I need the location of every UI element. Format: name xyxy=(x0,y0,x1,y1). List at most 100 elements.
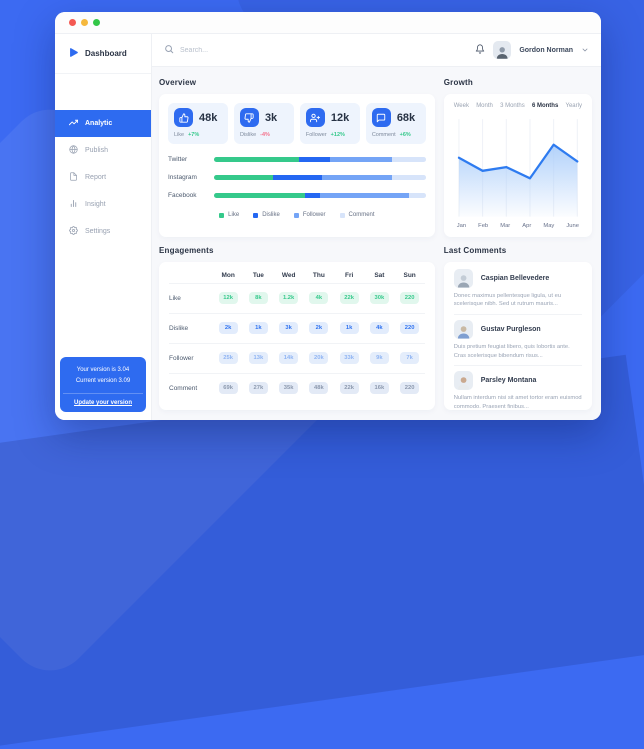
stacked-bar xyxy=(214,193,426,198)
day-header: Wed xyxy=(282,272,296,279)
growth-chart xyxy=(454,115,582,219)
engagement-value: 9k xyxy=(370,352,389,364)
bar-segment-like xyxy=(214,157,299,162)
sidebar-item-label: Publish xyxy=(85,147,108,154)
sidebar: Dashboard Analytic Publish Report Insi xyxy=(55,34,152,420)
comment-item[interactable]: Gustav Purgleson Duis pretium feugiat li… xyxy=(454,314,582,365)
sidebar-item-insight[interactable]: Insight xyxy=(55,191,151,218)
engagement-value: 1.2k xyxy=(279,292,298,304)
engagement-value: 7k xyxy=(400,352,419,364)
version-latest-line: Current version 3.09 xyxy=(63,376,143,387)
stat-label: Dislike xyxy=(240,132,256,138)
chart-legend: Like Dislike Follower Comment xyxy=(168,212,426,218)
stat-cards: 48k Like +7% 3k xyxy=(168,103,426,144)
commenter-avatar xyxy=(454,269,473,288)
engagement-value: 8k xyxy=(249,292,268,304)
tab-month[interactable]: Month xyxy=(476,103,493,109)
stat-delta: +6% xyxy=(400,132,411,138)
engagements-row-like: Like 12k 8k 1.2k 4k 22k 30k 220 xyxy=(169,283,425,313)
comment-item[interactable]: Parsley Montana Nullam interdum nisi sit… xyxy=(454,365,582,410)
engagement-value: 69k xyxy=(219,382,238,394)
sidebar-item-settings[interactable]: Settings xyxy=(55,218,151,245)
zoom-window-button[interactable] xyxy=(93,19,100,26)
x-tick: May xyxy=(543,223,554,229)
user-avatar[interactable] xyxy=(493,41,511,59)
legend-like: Like xyxy=(219,212,239,218)
social-bars: Twitter Instagram xyxy=(168,156,426,210)
bell-icon[interactable] xyxy=(475,41,485,59)
sidebar-item-label: Settings xyxy=(85,228,110,235)
update-version-link[interactable]: Update your version xyxy=(63,393,143,412)
chevron-down-icon[interactable] xyxy=(581,41,589,59)
engagement-value: 16k xyxy=(370,382,389,394)
overview-title: Overview xyxy=(159,78,435,87)
engagement-value: 35k xyxy=(279,382,298,394)
trend-up-icon xyxy=(69,118,78,129)
stat-delta: +7% xyxy=(188,132,199,138)
tab-week[interactable]: Week xyxy=(454,103,469,109)
stat-delta: +12% xyxy=(331,132,345,138)
document-icon xyxy=(69,172,78,183)
last-comments-card: Caspian Bellevedere Donec maximus pellen… xyxy=(444,262,592,410)
legend-dislike: Dislike xyxy=(253,212,280,218)
search-icon xyxy=(164,41,174,59)
legend-comment: Comment xyxy=(340,212,375,218)
bar-label: Facebook xyxy=(168,192,214,199)
engagement-value: 22k xyxy=(340,382,359,394)
engagement-value: 220 xyxy=(400,382,419,394)
comment-item[interactable]: Caspian Bellevedere Donec maximus pellen… xyxy=(454,264,582,314)
bar-row-facebook: Facebook xyxy=(168,192,426,199)
engagement-value: 1k xyxy=(340,322,359,334)
x-tick: Jan xyxy=(457,223,466,229)
tab-6-months[interactable]: 6 Months xyxy=(532,103,558,109)
row-label: Like xyxy=(169,295,213,302)
stat-delta: -4% xyxy=(260,132,270,138)
engagement-value: 4k xyxy=(309,292,328,304)
engagement-value: 22k xyxy=(340,292,359,304)
close-window-button[interactable] xyxy=(69,19,76,26)
globe-icon xyxy=(69,145,78,156)
app-window: Dashboard Analytic Publish Report Insi xyxy=(55,12,601,420)
tab-3-months[interactable]: 3 Months xyxy=(500,103,525,109)
engagement-value: 30k xyxy=(370,292,389,304)
stat-dislike: 3k Dislike -4% xyxy=(234,103,294,144)
x-tick: Mar xyxy=(500,223,510,229)
legend-swatch xyxy=(340,213,345,218)
commenter-name: Gustav Purgleson xyxy=(481,326,541,333)
engagement-value: 27k xyxy=(249,382,268,394)
day-header: Sun xyxy=(403,272,415,279)
stacked-bar xyxy=(214,175,426,180)
version-current-line: Your version is 3.04 xyxy=(63,365,143,376)
stat-comment: 68k Comment +6% xyxy=(366,103,426,144)
commenter-name: Caspian Bellevedere xyxy=(481,275,549,282)
sidebar-item-report[interactable]: Report xyxy=(55,164,151,191)
stacked-bar xyxy=(214,157,426,162)
day-header: Thu xyxy=(313,272,325,279)
engagement-value: 13k xyxy=(249,352,268,364)
user-plus-icon xyxy=(306,108,325,127)
x-tick: Feb xyxy=(478,223,488,229)
engagement-value: 48k xyxy=(309,382,328,394)
minimize-window-button[interactable] xyxy=(81,19,88,26)
tab-yearly[interactable]: Yearly xyxy=(566,103,582,109)
overview-card: 48k Like +7% 3k xyxy=(159,94,435,237)
engagement-value: 20k xyxy=(309,352,328,364)
legend-label: Follower xyxy=(303,212,326,218)
x-tick: June xyxy=(566,223,579,229)
search-input[interactable] xyxy=(180,47,300,54)
engagements-title: Engagements xyxy=(159,246,435,255)
gear-icon xyxy=(69,226,78,237)
engagement-value: 2k xyxy=(219,322,238,334)
day-header: Mon xyxy=(221,272,234,279)
engagement-value: 25k xyxy=(219,352,238,364)
sidebar-item-analytic[interactable]: Analytic xyxy=(55,110,151,137)
sidebar-item-publish[interactable]: Publish xyxy=(55,137,151,164)
stat-value: 12k xyxy=(331,112,349,124)
sidebar-item-label: Analytic xyxy=(85,120,112,127)
dashboard-logo-icon xyxy=(68,45,79,63)
thumbs-up-icon xyxy=(174,108,193,127)
comment-text: Duis pretium feugiat libero, quis lobort… xyxy=(454,343,582,360)
window-titlebar xyxy=(55,12,601,34)
app-title: Dashboard xyxy=(85,49,127,58)
row-label: Comment xyxy=(169,385,213,392)
